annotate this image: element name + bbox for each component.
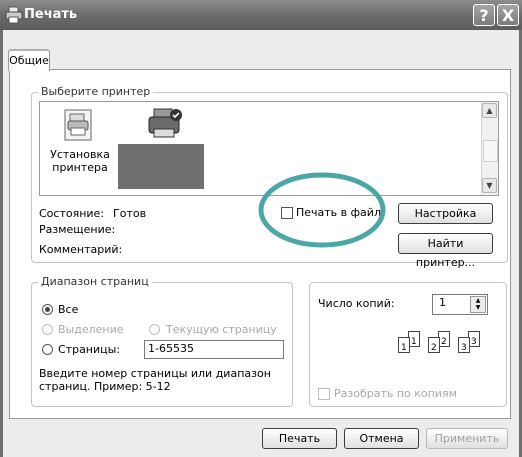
add-printer-label[interactable]: Установка принтера xyxy=(48,148,112,174)
add-printer-label-line1: Установка xyxy=(50,148,110,161)
spin-down-icon[interactable]: ▼ xyxy=(471,304,485,311)
scroll-up-icon[interactable]: ▲ xyxy=(482,103,497,118)
collate-label: Разобрать по копиям xyxy=(334,387,457,400)
all-pages-label[interactable]: Все xyxy=(58,303,78,316)
window-border-left xyxy=(0,30,3,457)
current-page-radio xyxy=(149,324,160,335)
print-to-file-checkbox[interactable] xyxy=(281,207,293,219)
page-range-hint-line1: Введите номер страницы или диапазон xyxy=(39,367,271,380)
current-page-label: Текущую страницу xyxy=(166,323,277,336)
location-label: Размещение: xyxy=(39,223,116,236)
status-value: Готов xyxy=(113,207,147,220)
tab-general[interactable]: Общие xyxy=(8,49,50,71)
help-button[interactable]: ? xyxy=(473,4,495,26)
all-pages-radio[interactable] xyxy=(42,304,53,315)
printer-icon xyxy=(5,6,23,24)
pages-radio[interactable] xyxy=(42,344,53,355)
selected-printer-label[interactable] xyxy=(118,144,204,189)
pages-input[interactable]: 1-65535 xyxy=(144,340,284,359)
printer-group-label: Выберите принтер xyxy=(38,85,154,98)
page-icon: 1 xyxy=(398,337,410,353)
page-range-group-label: Диапазон страниц xyxy=(38,275,152,288)
comment-label: Комментарий: xyxy=(39,243,123,256)
page-range-hint-line2: страниц. Пример: 5-12 xyxy=(39,380,171,393)
copies-spinner[interactable]: ▲ ▼ xyxy=(470,296,486,313)
spin-up-icon[interactable]: ▲ xyxy=(471,297,485,304)
scroll-down-icon[interactable]: ▼ xyxy=(482,178,497,193)
add-printer-icon[interactable] xyxy=(63,108,93,142)
selection-label: Выделение xyxy=(58,323,124,336)
scroll-thumb[interactable] xyxy=(483,140,498,162)
print-to-file-label[interactable]: Печать в файл xyxy=(296,206,381,219)
selection-radio xyxy=(42,324,53,335)
find-printer-button[interactable]: Найти принтер... xyxy=(398,233,493,269)
status-label: Состояние: xyxy=(39,207,105,220)
preferences-button[interactable]: Настройка xyxy=(398,203,493,224)
close-button[interactable]: X xyxy=(497,4,519,26)
pages-label[interactable]: Страницы: xyxy=(58,343,120,356)
cancel-button[interactable]: Отмена xyxy=(344,428,419,449)
window-title: Печать xyxy=(24,7,78,22)
collate-checkbox xyxy=(318,388,330,400)
print-button[interactable]: Печать xyxy=(262,428,337,449)
printer-device-icon[interactable] xyxy=(146,107,186,143)
add-printer-label-line2: принтера xyxy=(52,161,108,174)
radio-dot xyxy=(45,307,50,312)
page-range-hint: Введите номер страницы или диапазон стра… xyxy=(39,367,271,393)
page-icon: 3 xyxy=(458,337,470,353)
copies-label: Число копий: xyxy=(318,297,395,310)
title-bar[interactable] xyxy=(0,0,522,30)
apply-button: Применить xyxy=(426,428,508,449)
page-icon: 2 xyxy=(428,337,440,353)
